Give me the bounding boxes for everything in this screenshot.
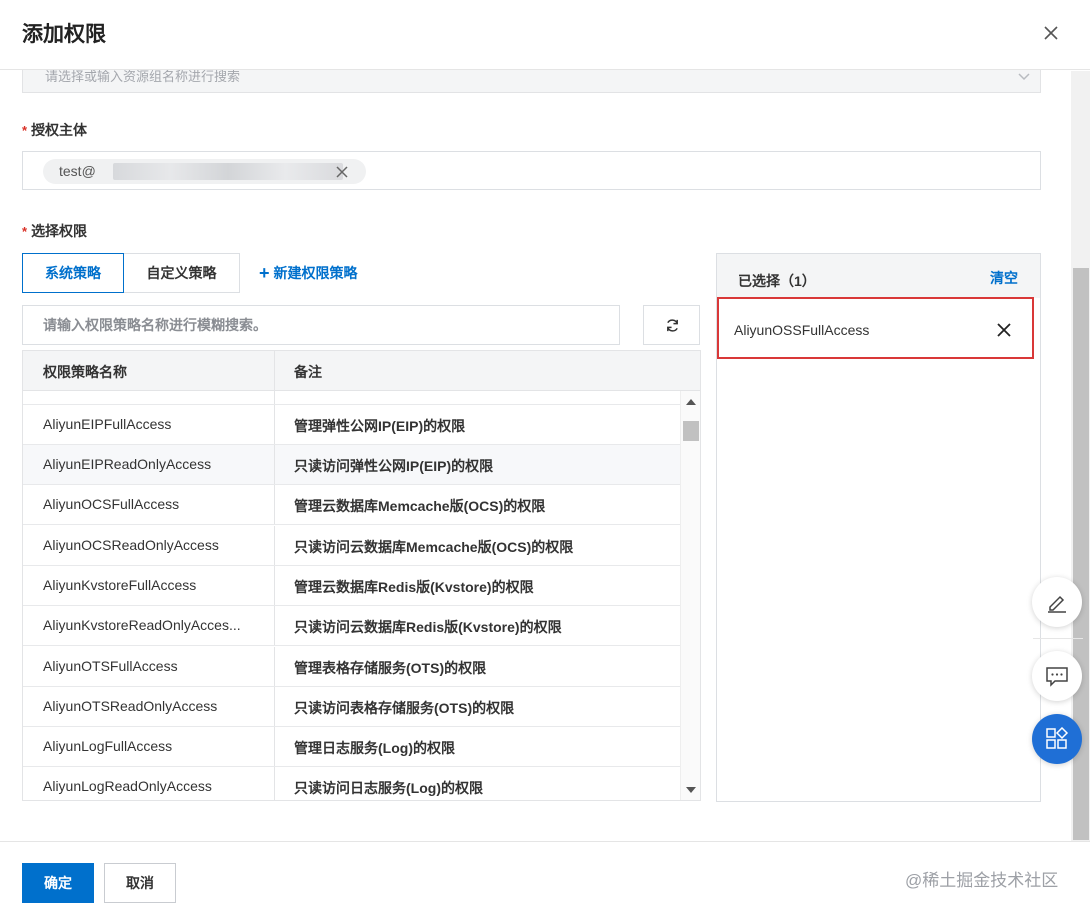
selected-title: 已选择（1）: [738, 273, 816, 289]
table-row[interactable]: AliyunOTSFullAccess 管理表格存储服务(OTS)的权限: [23, 647, 680, 687]
policy-remark: 只读访问云数据库Redis版(Kvstore)的权限: [294, 619, 562, 635]
policy-name: AliyunOTSFullAccess: [43, 658, 178, 674]
apps-grid-icon: [1046, 727, 1069, 749]
policy-remark: 只读访问表格存储服务(OTS)的权限: [294, 700, 515, 716]
policy-remark: 只读访问云数据库Memcache版(OCS)的权限: [294, 539, 574, 555]
column-header-name: 权限策略名称: [43, 364, 127, 380]
table-row[interactable]: AliyunEIPFullAccess 管理弹性公网IP(EIP)的权限: [23, 405, 680, 445]
scroll-down-icon[interactable]: [686, 787, 696, 793]
column-divider: [274, 351, 275, 391]
selected-header: 已选择（1） 清空: [717, 254, 1040, 298]
policy-name: AliyunKvstoreFullAccess: [43, 577, 197, 593]
principal-field[interactable]: test@: [22, 151, 1041, 190]
edit-float-button[interactable]: [1032, 577, 1082, 627]
tab-custom-policy[interactable]: 自定义策略: [123, 253, 240, 293]
policy-name: AliyunOCSFullAccess: [43, 496, 180, 512]
policy-remark: 管理弹性公网IP(EIP)的权限: [294, 418, 466, 434]
policy-remark: 管理日志服务(Log)的权限: [294, 740, 455, 756]
scroll-up-icon[interactable]: [686, 399, 696, 405]
clear-selection-link[interactable]: 清空: [990, 268, 1018, 288]
principal-label-text: 授权主体: [31, 122, 88, 138]
tab-system-policy[interactable]: 系统策略: [22, 253, 124, 293]
selected-policy-item: AliyunOSSFullAccess: [717, 297, 1034, 359]
policy-name: AliyunOTSReadOnlyAccess: [43, 698, 218, 714]
pencil-icon: [1048, 595, 1066, 613]
refresh-icon: [667, 319, 678, 332]
table-row[interactable]: AliyunOCSReadOnlyAccess 只读访问云数据库Memcache…: [23, 526, 680, 566]
permissions-label-text: 选择权限: [31, 223, 88, 239]
table-row[interactable]: AliyunLogReadOnlyAccess 只读访问日志服务(Log)的权限: [23, 767, 680, 800]
redacted-email: [113, 163, 343, 180]
policy-table: 权限策略名称 备注 AliyunEIPFullAccess 管理弹性公网IP(E…: [22, 350, 701, 801]
table-row[interactable]: AliyunLogFullAccess 管理日志服务(Log)的权限: [23, 727, 680, 767]
principal-tag: test@: [43, 159, 366, 184]
add-permission-dialog: 添加权限 请选择或输入资源组名称进行搜索 添加权限 *授权主体 test@ *选…: [0, 0, 1090, 909]
principal-label: * 授权主体: [22, 120, 87, 140]
table-body: AliyunEIPFullAccess 管理弹性公网IP(EIP)的权限 Ali…: [23, 391, 680, 800]
refresh-button[interactable]: [643, 305, 700, 345]
dialog-footer: 确定 取消 @稀土掘金技术社区: [0, 841, 1090, 909]
policy-remark: 只读访问日志服务(Log)的权限: [294, 780, 483, 796]
policy-search-input[interactable]: [22, 305, 620, 345]
table-row[interactable]: AliyunOTSReadOnlyAccess 只读访问表格存储服务(OTS)的…: [23, 687, 680, 727]
table-row[interactable]: AliyunOCSFullAccess 管理云数据库Memcache版(OCS)…: [23, 485, 680, 525]
policy-name: AliyunEIPReadOnlyAccess: [43, 456, 212, 472]
table-header: 权限策略名称 备注: [23, 351, 700, 391]
column-header-remark: 备注: [294, 364, 322, 380]
chat-icon: [1046, 667, 1068, 687]
table-row[interactable]: AliyunKvstoreFullAccess 管理云数据库Redis版(Kvs…: [23, 566, 680, 606]
dialog-title-overlay: 添加权限: [22, 23, 106, 46]
new-policy-link[interactable]: + 新建权限策略: [259, 262, 358, 283]
policy-name: AliyunKvstoreReadOnlyAcces...: [43, 617, 241, 633]
selected-policies-panel: 已选择（1） 清空 AliyunOSSFullAccess: [716, 253, 1041, 802]
table-row[interactable]: AliyunKvstoreReadOnlyAcces... 只读访问云数据库Re…: [23, 606, 680, 646]
remove-tag-icon[interactable]: [335, 165, 349, 179]
table-row[interactable]: AliyunEIPReadOnlyAccess 只读访问弹性公网IP(EIP)的…: [23, 445, 680, 485]
required-mark: *: [22, 123, 28, 138]
close-icon[interactable]: [1040, 22, 1062, 44]
principal-tag-text: test@: [59, 163, 96, 179]
table-row-partial[interactable]: [23, 391, 680, 405]
permissions-label: * 选择权限: [22, 221, 87, 241]
selected-policy-name: AliyunOSSFullAccess: [734, 322, 870, 338]
policy-remark: 只读访问弹性公网IP(EIP)的权限: [294, 458, 494, 474]
required-mark: *: [22, 224, 28, 239]
header-overlay: 添加权限: [0, 0, 1090, 70]
feedback-float-button[interactable]: [1032, 651, 1082, 701]
cancel-button[interactable]: 取消: [104, 863, 176, 903]
watermark: @稀土掘金技术社区: [905, 871, 1059, 890]
confirm-button[interactable]: 确定: [22, 863, 94, 903]
policy-name: AliyunOCSReadOnlyAccess: [43, 537, 219, 553]
policy-name: AliyunLogReadOnlyAccess: [43, 778, 212, 794]
table-scrollbar-thumb[interactable]: [683, 421, 699, 441]
policy-name: AliyunEIPFullAccess: [43, 416, 172, 432]
policy-remark: 管理表格存储服务(OTS)的权限: [294, 660, 487, 676]
policy-remark: 管理云数据库Memcache版(OCS)的权限: [294, 498, 546, 514]
chevron-down-icon: [1018, 73, 1030, 81]
remove-selected-icon[interactable]: [996, 322, 1012, 338]
policy-remark: 管理云数据库Redis版(Kvstore)的权限: [294, 579, 534, 595]
policy-name: AliyunLogFullAccess: [43, 738, 173, 754]
plus-icon: +: [259, 263, 270, 283]
float-separator: [1033, 638, 1083, 639]
new-policy-label: 新建权限策略: [273, 265, 358, 281]
table-scrollbar[interactable]: [680, 391, 700, 800]
apps-float-button[interactable]: [1032, 714, 1082, 764]
